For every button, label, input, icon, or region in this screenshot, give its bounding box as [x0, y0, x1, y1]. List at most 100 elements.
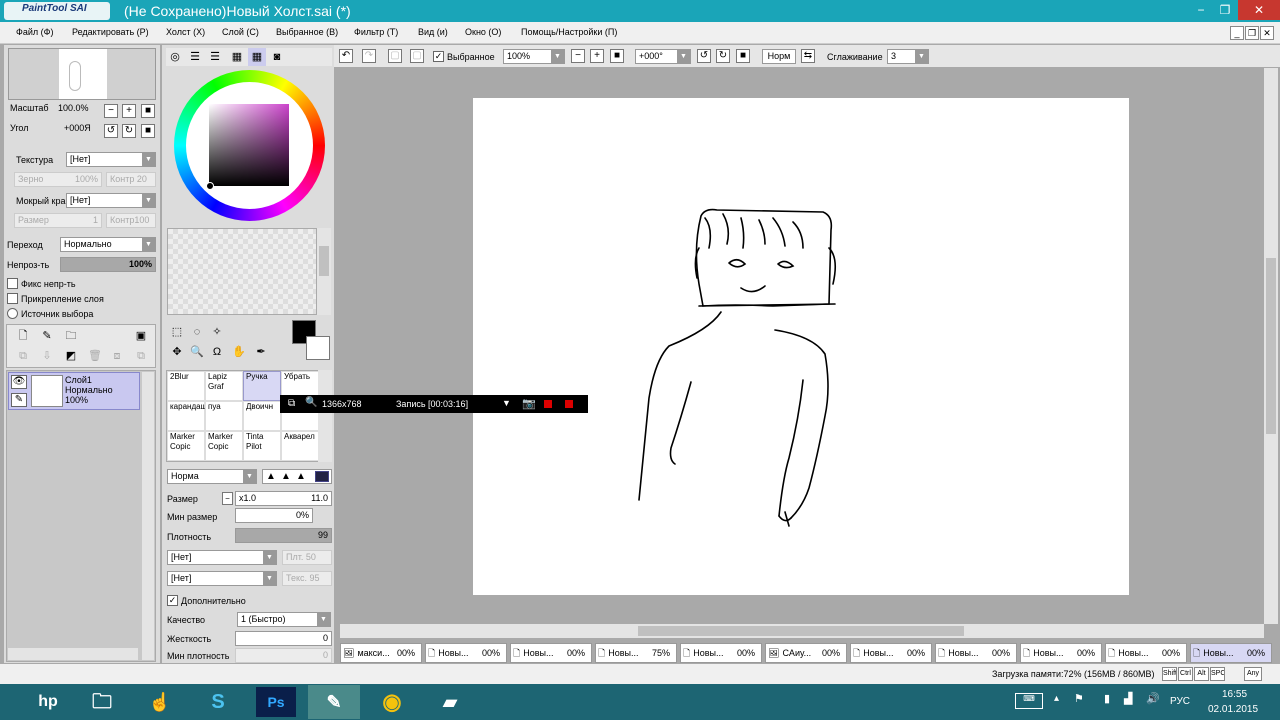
search-icon[interactable]: 🔍	[305, 397, 317, 408]
merge-down-icon[interactable]: ◩	[62, 347, 80, 365]
secondary-color-swatch[interactable]	[306, 336, 330, 360]
menu-item[interactable]: Помощь/Настройки (П)	[521, 27, 617, 37]
opacity-slider[interactable]: 100%	[60, 257, 156, 272]
flag-icon[interactable]: ⚑	[1074, 692, 1084, 705]
zoom-in-button[interactable]: +	[122, 104, 136, 118]
menu-item[interactable]: Вид (и)	[418, 27, 448, 37]
hand-icon[interactable]: ✋	[230, 343, 248, 361]
new-folder-icon[interactable]: 🗀	[62, 327, 80, 345]
document-tab[interactable]: 🗋 Новы... 00%	[425, 643, 507, 663]
clock-date[interactable]: 02.01.2015	[1208, 704, 1258, 715]
mdi-close-icon[interactable]: ✕	[1260, 26, 1274, 40]
canvas-vscrollbar[interactable]	[1264, 68, 1278, 624]
brush-scrollbar[interactable]	[318, 370, 332, 462]
mask-icon[interactable]: ▣	[132, 327, 150, 345]
navigator-preview[interactable]	[8, 48, 156, 100]
menu-item[interactable]: Окно (О)	[465, 27, 501, 37]
brush-slot[interactable]: 2Blur	[167, 371, 205, 401]
min-size-slider[interactable]: 0%	[235, 508, 313, 523]
zoom-icon[interactable]: 🔍	[188, 343, 206, 361]
chevron-down-icon[interactable]: ▼	[502, 398, 511, 408]
brush-slot[interactable]: Marker Copic	[205, 431, 243, 461]
delete-layer-icon[interactable]: 🗑	[86, 347, 104, 365]
canvas-rotate-left-button[interactable]: ↺	[697, 49, 711, 63]
canvas-rotate-reset-button[interactable]: ■	[736, 49, 750, 63]
hp-icon[interactable]: hp	[22, 685, 74, 719]
menu-item[interactable]: Фильтр (Т)	[354, 27, 398, 37]
any-key-indicator[interactable]: Any	[1244, 667, 1262, 681]
zoom-value[interactable]: 100.0%	[58, 103, 89, 113]
brush-slot[interactable]: Marker Copic	[167, 431, 205, 461]
selection-source-radio[interactable]	[7, 308, 18, 319]
zoom-out-button[interactable]: −	[104, 104, 118, 118]
new-layer-icon[interactable]: 🗋	[14, 327, 32, 345]
undo-button[interactable]: ↶	[339, 49, 353, 63]
document-tab[interactable]: 🗋 Новы... 00%	[850, 643, 932, 663]
document-tab[interactable]: 🗋 Новы... 00%	[935, 643, 1017, 663]
rgb-slider-icon[interactable]: ☰	[186, 48, 204, 66]
file-explorer-icon[interactable]: 🗀	[76, 685, 128, 719]
layer-hscrollbar[interactable]	[8, 648, 138, 660]
stop-icon[interactable]	[565, 400, 573, 408]
redo-button[interactable]: ↷	[362, 49, 376, 63]
advanced-checkbox[interactable]: ✓	[167, 595, 178, 606]
language-indicator[interactable]: РУС	[1170, 696, 1190, 707]
chevron-up-icon[interactable]: ▴	[1054, 693, 1059, 704]
rotate-left-button[interactable]: ↺	[104, 124, 118, 138]
brush-texture-select[interactable]: [Нет] ▼	[167, 550, 277, 565]
color-picker-handle[interactable]	[206, 182, 214, 190]
menu-item[interactable]: Файл (Ф)	[16, 27, 53, 37]
brush-slot[interactable]: Акварел	[281, 431, 319, 461]
scratchpad[interactable]	[167, 228, 317, 315]
texture-select[interactable]: [Нет] ▼	[66, 152, 156, 167]
hsv-slider-icon[interactable]: ☰	[206, 48, 224, 66]
color-wheel-icon[interactable]: ◎	[166, 48, 184, 66]
sai-app-icon[interactable]: ✎	[308, 685, 360, 719]
smoothing-select[interactable]: 3 ▼	[887, 49, 929, 64]
modifier-key-indicator[interactable]: Shift	[1162, 667, 1177, 681]
brush-shape-selector[interactable]: ▲ ▲ ▲	[262, 469, 332, 484]
layer-scrollbar[interactable]	[142, 372, 154, 660]
scratchpad-icon[interactable]: ◙	[268, 48, 286, 66]
layer-item[interactable]: 👁 ✎ Слой1 Нормально 100%	[8, 372, 140, 410]
clock-time[interactable]: 16:55	[1222, 689, 1247, 700]
angle-value[interactable]: +000Я	[64, 123, 91, 133]
brush-slot[interactable]: Ручка	[243, 371, 281, 401]
copy-layer-icon[interactable]: ⧉	[14, 347, 32, 365]
cursor-app-icon[interactable]: ☝	[134, 685, 186, 719]
menu-item[interactable]: Редактировать (Р)	[72, 27, 149, 37]
pause-icon[interactable]	[544, 400, 552, 408]
document-tab[interactable]: 🗋 Новы... 00%	[680, 643, 762, 663]
eyedropper-icon[interactable]: ✒	[252, 343, 270, 361]
canvas-angle-select[interactable]: +000° ▼	[635, 49, 691, 64]
brush-slot[interactable]: Lapiz Graf	[205, 371, 243, 401]
deselect-button[interactable]: ▢	[388, 49, 402, 63]
document-tab[interactable]: 🗋 Новы... 75%	[595, 643, 677, 663]
move-icon[interactable]: ✥	[168, 343, 186, 361]
rotate-right-button[interactable]: ↻	[122, 124, 136, 138]
normal-view-button[interactable]: Норм	[762, 49, 796, 64]
photoshop-icon[interactable]: Ps	[256, 687, 296, 717]
maximize-button[interactable]: ❐	[1212, 0, 1238, 20]
brush-slot[interactable]: Tinta Pilot	[243, 431, 281, 461]
keyboard-icon[interactable]: ⌨	[1015, 693, 1043, 709]
magic-wand-icon[interactable]: ✧	[208, 323, 226, 341]
notes-icon[interactable]: ▰	[424, 685, 476, 719]
document-tab[interactable]: 🖼 макси... 00%	[340, 643, 422, 663]
clear-layer-icon[interactable]: ⧉	[132, 347, 150, 365]
density-slider[interactable]: 99	[235, 528, 332, 543]
battery-icon[interactable]: ▮	[1104, 692, 1110, 705]
document-tab[interactable]: 🗋 Новы... 00%	[1020, 643, 1102, 663]
menu-item[interactable]: Слой (С)	[222, 27, 259, 37]
canvas-zoom-out-button[interactable]: −	[571, 49, 585, 63]
quality-select[interactable]: 1 (Быстро) ▼	[237, 612, 331, 627]
hardness-slider[interactable]: 0	[235, 631, 332, 646]
mdi-restore-icon[interactable]: ❐	[1245, 26, 1259, 40]
camera-icon[interactable]: 📷	[522, 397, 536, 410]
brush-slot[interactable]: Двоичн	[243, 401, 281, 431]
menu-item[interactable]: Выбранное (В)	[276, 27, 338, 37]
canvas-zoom-in-button[interactable]: +	[590, 49, 604, 63]
eye-icon[interactable]: 👁	[11, 375, 27, 389]
close-button[interactable]: ✕	[1238, 0, 1280, 20]
size-decrease-button[interactable]: −	[222, 492, 233, 505]
